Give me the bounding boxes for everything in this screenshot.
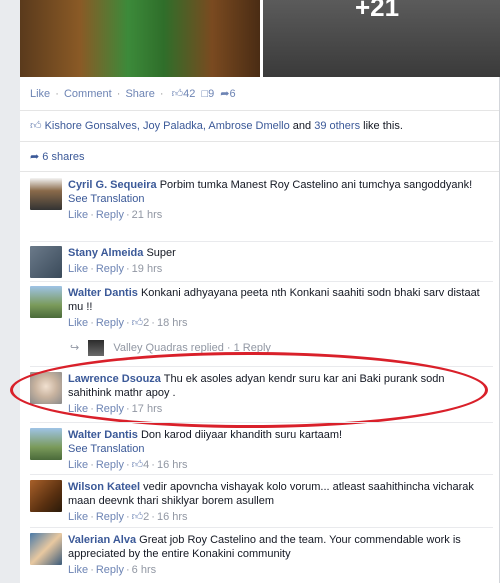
photo-thumbnail[interactable] [20,0,260,77]
comment-link[interactable]: Comment [64,88,112,100]
separator: · [116,88,121,100]
comment-like-link[interactable]: Like [68,209,88,221]
divider [20,110,499,111]
comment-time[interactable]: 6 hrs [132,564,156,576]
share-count[interactable]: 6 [230,88,236,100]
avatar[interactable] [30,480,62,512]
comment-body: Walter Dantis Konkani adhyayana peeta nt… [68,286,488,330]
comment-meta: Like · Reply · 6 hrs [68,564,157,576]
like-link[interactable]: Like [30,88,50,100]
highlight-ellipse [10,352,488,428]
share-link[interactable]: Share [125,88,154,100]
comment-text: Don karod diiyaar khandith suru kartaam! [140,429,343,441]
avatar[interactable] [30,533,62,565]
separator: · [55,88,59,100]
avatar [88,340,105,356]
comment-body: Wilson Kateel vedir apovncha vishayak ko… [68,480,488,524]
comment-reply-link[interactable]: Reply [96,209,124,221]
comment-meta: Like · Reply · 👍︎2 · 18 hrs [68,317,188,329]
separator: · [159,88,164,100]
avatar[interactable] [30,286,62,318]
post-actions-bar: Like · Comment · Share · 👍︎42 □9 ➦6 [30,87,236,100]
divider [30,422,493,423]
post-card: +21 Like · Comment · Share · 👍︎42 □9 ➦6 … [0,0,500,583]
comment-time[interactable]: 21 hrs [132,209,163,221]
page-gutter [0,0,20,583]
divider [30,241,493,242]
thumbs-up-icon: 👍︎ [131,459,144,471]
comment-like-link[interactable]: Like [68,564,88,576]
more-photos-count: +21 [355,0,400,22]
divider [20,141,499,142]
likers-names[interactable]: Kishore Gonsalves, Joy Paladka, Ambrose … [45,120,290,132]
comment-meta: Like · Reply · 👍︎4 · 16 hrs [68,459,188,471]
comment-time[interactable]: 16 hrs [157,511,188,523]
comment-text: Porbim tumka Manest Roy Castelino ani tu… [159,179,473,191]
comment-like-link[interactable]: Like [68,511,88,523]
commenter-name[interactable]: Walter Dantis [68,429,138,441]
thumbs-up-icon: 👍︎ [30,120,42,132]
divider [30,474,493,475]
commenter-name[interactable]: Wilson Kateel [68,481,140,493]
comment-like-link[interactable]: Like [68,263,88,275]
comment-body: Valerian Alva Great job Roy Castelino an… [68,533,488,577]
thumbs-up-icon: 👍︎ [131,317,144,329]
likes-summary: 👍︎ Kishore Gonsalves, Joy Paladka, Ambro… [30,119,403,132]
comment-reply-link[interactable]: Reply [96,459,124,471]
divider [30,527,493,528]
commenter-name[interactable]: Walter Dantis [68,287,138,299]
likes-others-link[interactable]: 39 others [314,120,360,132]
photo-grid: +21 [20,0,500,77]
divider [20,171,499,172]
divider [30,281,493,282]
avatar[interactable] [30,428,62,460]
share-icon: ➦ [220,88,230,100]
comment-text: Super [146,247,176,259]
comment-time[interactable]: 16 hrs [157,459,188,471]
comment-body: Cyril G. Sequeira Porbim tumka Manest Ro… [68,178,488,222]
commenter-name[interactable]: Valerian Alva [68,534,136,546]
comment-time[interactable]: 19 hrs [132,263,163,275]
avatar[interactable] [30,178,62,210]
comment-time[interactable]: 18 hrs [157,317,188,329]
reply-arrow-icon: ↪ [70,341,80,354]
photo-thumbnail-more[interactable]: +21 [263,0,500,77]
thumbs-up-icon: 👍︎ [131,511,144,523]
comment-reply-link[interactable]: Reply [96,511,124,523]
thumbs-up-icon: 👍︎ [171,88,184,100]
comment-body: Walter Dantis Don karod diiyaar khandith… [68,428,488,472]
comment-body: Stany Almeida Super Like · Reply · 19 hrs [68,246,488,276]
commenter-name[interactable]: Cyril G. Sequeira [68,179,157,191]
comment-like-link[interactable]: Like [68,317,88,329]
comment-count[interactable]: 9 [208,88,214,100]
avatar[interactable] [30,246,62,278]
comment-reply-link[interactable]: Reply [96,263,124,275]
see-translation-link[interactable]: See Translation [68,442,488,456]
see-translation-link[interactable]: See Translation [68,192,488,206]
comment-meta: Like · Reply · 👍︎2 · 16 hrs [68,511,188,523]
shares-label[interactable]: 6 shares [42,151,84,163]
like-count[interactable]: 42 [183,88,195,100]
comment-meta: Like · Reply · 19 hrs [68,263,163,275]
comment-reply-link[interactable]: Reply [96,564,124,576]
comment-reply-link[interactable]: Reply [96,317,124,329]
comment-meta: Like · Reply · 21 hrs [68,209,163,221]
shares-summary[interactable]: ➦ 6 shares [30,150,84,163]
comment-like-link[interactable]: Like [68,459,88,471]
share-icon: ➦ [30,151,40,163]
likes-suffix: like this. [360,120,403,132]
likes-and: and [289,120,315,132]
commenter-name[interactable]: Stany Almeida [68,247,143,259]
